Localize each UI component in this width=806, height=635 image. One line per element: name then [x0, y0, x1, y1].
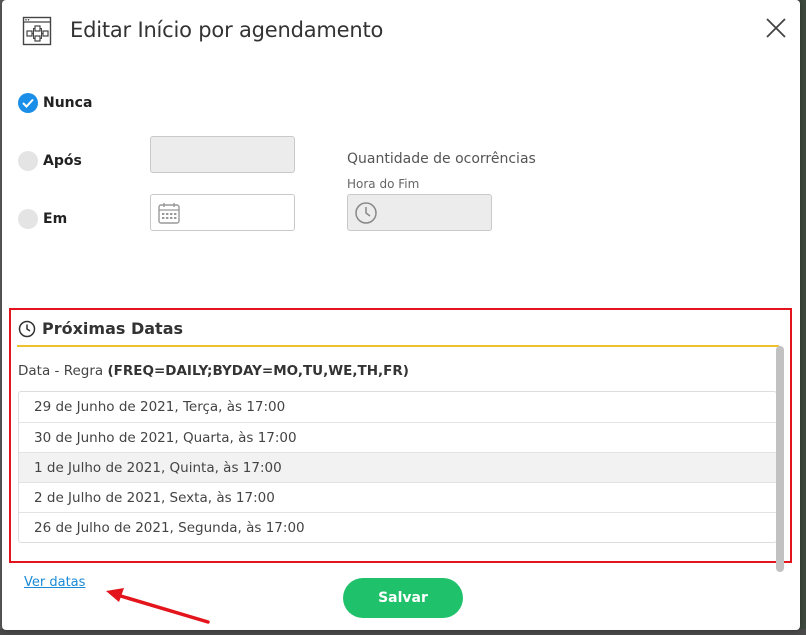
annotation-arrow-icon [106, 588, 210, 624]
radio-nunca[interactable] [18, 93, 38, 113]
scrollbar[interactable] [776, 346, 786, 572]
checkmark-icon [22, 98, 34, 108]
end-time-label: Hora do Fim [347, 177, 420, 191]
option-label-nunca: Nunca [43, 95, 93, 111]
list-item: 1 de Julho de 2021, Quinta, às 17:00 [19, 452, 776, 482]
next-dates-list: 29 de Junho de 2021, Terça, às 17:00 30 … [18, 391, 777, 543]
close-icon[interactable] [764, 16, 788, 40]
save-button[interactable]: Salvar [343, 578, 463, 618]
ver-datas-link[interactable]: Ver datas [24, 575, 85, 590]
scrollbar-thumb[interactable] [776, 346, 784, 572]
radio-apos[interactable] [18, 151, 38, 171]
occurrences-label: Quantidade de ocorrências [347, 151, 536, 167]
end-time-input[interactable] [347, 194, 492, 231]
list-item: 29 de Junho de 2021, Terça, às 17:00 [34, 399, 286, 415]
section-divider [17, 345, 779, 347]
list-item: 2 de Julho de 2021, Sexta, às 17:00 [19, 482, 776, 512]
occurrences-input[interactable] [150, 136, 295, 173]
next-dates-section: Próximas Datas Data - Regra (FREQ=DAILY;… [9, 308, 792, 563]
radio-em[interactable] [18, 209, 38, 229]
calendar-icon [158, 203, 180, 224]
list-item: 26 de Julho de 2021, Segunda, às 17:00 [19, 512, 776, 542]
recurrence-rule: Data - Regra (FREQ=DAILY;BYDAY=MO,TU,WE,… [18, 363, 409, 379]
next-dates-title: Próximas Datas [42, 319, 184, 338]
dialog-title: Editar Início por agendamento [70, 18, 384, 42]
workflow-icon [22, 16, 52, 46]
end-date-input[interactable] [150, 194, 295, 231]
option-label-em: Em [43, 211, 68, 227]
option-label-apos: Após [43, 153, 82, 169]
rule-prefix: Data - Regra [18, 363, 104, 379]
clock-icon [18, 320, 36, 338]
clock-icon [355, 202, 377, 224]
list-item: 30 de Junho de 2021, Quarta, às 17:00 [19, 422, 776, 452]
rule-value: (FREQ=DAILY;BYDAY=MO,TU,WE,TH,FR) [107, 363, 409, 379]
